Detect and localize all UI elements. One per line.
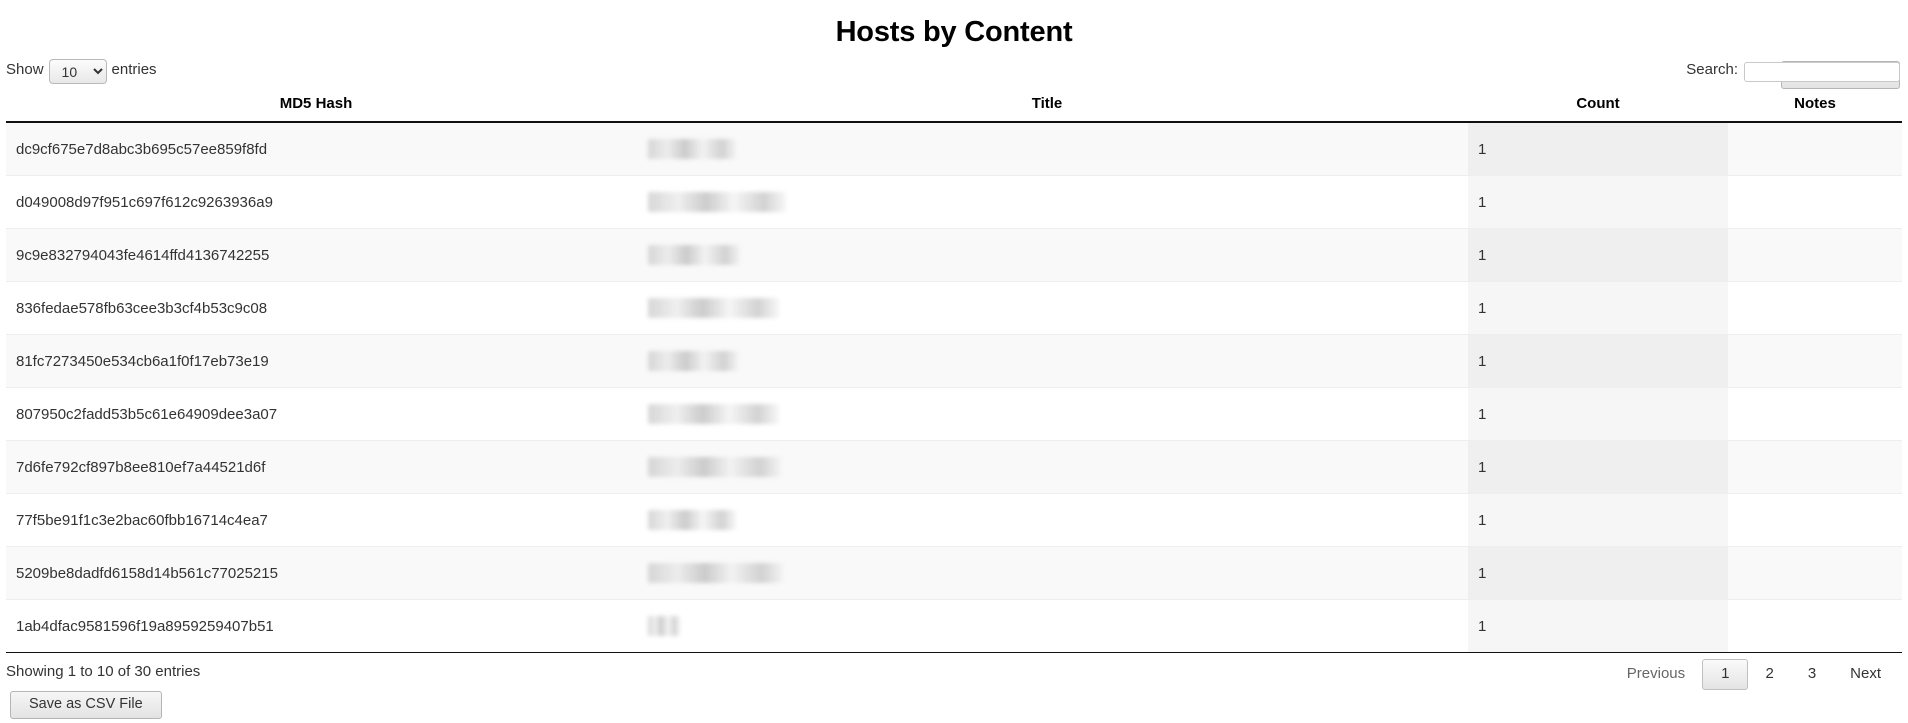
column-header-count[interactable]: Count — [1468, 89, 1728, 123]
search-label: Search: — [1686, 61, 1738, 78]
cell-notes — [1728, 387, 1902, 441]
cell-md5-hash: 5209be8dadfd6158d14b561c77025215 — [6, 546, 626, 600]
pagination: Previous 1 2 3 Next — [1610, 659, 1898, 690]
cell-count: 1 — [1468, 175, 1728, 229]
cell-count: 1 — [1468, 387, 1728, 441]
cell-md5-hash: 836fedae578fb63cee3b3cf4b53c9c08 — [6, 281, 626, 335]
redacted-title-block — [648, 139, 736, 159]
table-row[interactable]: 9c9e832794043fe4614ffd4136742255 1 — [6, 228, 1902, 282]
cell-count: 1 — [1468, 599, 1728, 653]
cell-count: 1 — [1468, 228, 1728, 282]
save-csv-container: Save as CSV File — [10, 691, 162, 719]
redacted-title-block — [648, 404, 779, 424]
column-header-title[interactable]: Title — [626, 89, 1468, 123]
cell-md5-hash: 81fc7273450e534cb6a1f0f17eb73e19 — [6, 334, 626, 388]
cell-count: 1 — [1468, 334, 1728, 388]
pagination-page-2[interactable]: 2 — [1748, 659, 1790, 690]
cell-count: 1 — [1468, 493, 1728, 547]
cell-title — [626, 546, 1468, 600]
redacted-title-block — [648, 245, 740, 265]
save-as-csv-button[interactable]: Save as CSV File — [10, 691, 162, 719]
cell-notes — [1728, 281, 1902, 335]
table-row[interactable]: 77f5be91f1c3e2bac60fbb16714c4ea7 1 — [6, 493, 1902, 547]
redacted-title-block — [648, 351, 738, 371]
show-label: Show — [6, 61, 44, 78]
cell-md5-hash: 7d6fe792cf897b8ee810ef7a44521d6f — [6, 440, 626, 494]
cell-md5-hash: d049008d97f951c697f612c9263936a9 — [6, 175, 626, 229]
redacted-title-block — [648, 457, 781, 477]
cell-md5-hash: 9c9e832794043fe4614ffd4136742255 — [6, 228, 626, 282]
cell-count: 1 — [1468, 546, 1728, 600]
search-filter-control: Search: — [1686, 61, 1900, 82]
table-header-row: MD5 Hash Title Count Notes — [6, 89, 1902, 123]
cell-title — [626, 493, 1468, 547]
cell-notes — [1728, 175, 1902, 229]
entries-length-control: Show102550100entries — [6, 59, 157, 84]
cell-count: 1 — [1468, 281, 1728, 335]
cell-title — [626, 334, 1468, 388]
pagination-page-1[interactable]: 1 — [1702, 659, 1749, 690]
table-row[interactable]: 81fc7273450e534cb6a1f0f17eb73e19 1 — [6, 334, 1902, 388]
table-row[interactable]: 7d6fe792cf897b8ee810ef7a44521d6f 1 — [6, 440, 1902, 494]
cell-notes — [1728, 122, 1902, 176]
table-row[interactable]: 5209be8dadfd6158d14b561c77025215 1 — [6, 546, 1902, 600]
cell-notes — [1728, 546, 1902, 600]
entries-label: entries — [111, 61, 157, 78]
redacted-title-block — [648, 298, 779, 318]
redacted-title-block — [648, 563, 783, 583]
page-title: Hosts by Content — [835, 16, 1073, 48]
redacted-title-block — [648, 616, 680, 636]
cell-notes — [1728, 440, 1902, 494]
cell-count: 1 — [1468, 440, 1728, 494]
pagination-previous[interactable]: Previous — [1610, 659, 1702, 690]
cell-title — [626, 175, 1468, 229]
column-header-notes[interactable]: Notes — [1728, 89, 1902, 123]
cell-md5-hash: dc9cf675e7d8abc3b695c57ee859f8fd — [6, 122, 626, 176]
cell-md5-hash: 1ab4dfac9581596f19a8959259407b51 — [6, 599, 626, 653]
cell-notes — [1728, 228, 1902, 282]
cell-title — [626, 281, 1468, 335]
search-input[interactable] — [1744, 62, 1900, 82]
cell-count: 1 — [1468, 122, 1728, 176]
entries-per-page-select[interactable]: 102550100 — [48, 59, 107, 84]
cell-md5-hash: 807950c2fadd53b5c61e64909dee3a07 — [6, 387, 626, 441]
table-info: Showing 1 to 10 of 30 entries — [6, 663, 201, 680]
cell-title — [626, 122, 1468, 176]
cell-notes — [1728, 334, 1902, 388]
pagination-page-3[interactable]: 3 — [1791, 659, 1833, 690]
table-controls: Show102550100entries Search: — [0, 55, 1908, 89]
table-footer: Showing 1 to 10 of 30 entries Save as CS… — [0, 653, 1908, 723]
hosts-by-content-table: MD5 Hash Title Count Notes dc9cf675e7d8a… — [6, 89, 1902, 653]
column-header-md5-hash[interactable]: MD5 Hash — [6, 89, 626, 123]
cell-title — [626, 440, 1468, 494]
table-row[interactable]: 807950c2fadd53b5c61e64909dee3a07 1 — [6, 387, 1902, 441]
cell-notes — [1728, 599, 1902, 653]
cell-md5-hash: 77f5be91f1c3e2bac60fbb16714c4ea7 — [6, 493, 626, 547]
table-row[interactable]: dc9cf675e7d8abc3b695c57ee859f8fd 1 — [6, 122, 1902, 176]
cell-title — [626, 228, 1468, 282]
table-header: MD5 Hash Title Count Notes — [6, 89, 1902, 123]
cell-title — [626, 387, 1468, 441]
redacted-title-block — [648, 510, 736, 530]
cell-title — [626, 599, 1468, 653]
table-body: dc9cf675e7d8abc3b695c57ee859f8fd 1 d049008… — [6, 122, 1902, 653]
table-row[interactable]: d049008d97f951c697f612c9263936a9 1 — [6, 175, 1902, 229]
redacted-title-block — [648, 192, 786, 212]
table-row[interactable]: 836fedae578fb63cee3b3cf4b53c9c08 1 — [6, 281, 1902, 335]
cell-notes — [1728, 493, 1902, 547]
pagination-next[interactable]: Next — [1833, 659, 1898, 690]
table-row[interactable]: 1ab4dfac9581596f19a8959259407b51 1 — [6, 599, 1902, 653]
